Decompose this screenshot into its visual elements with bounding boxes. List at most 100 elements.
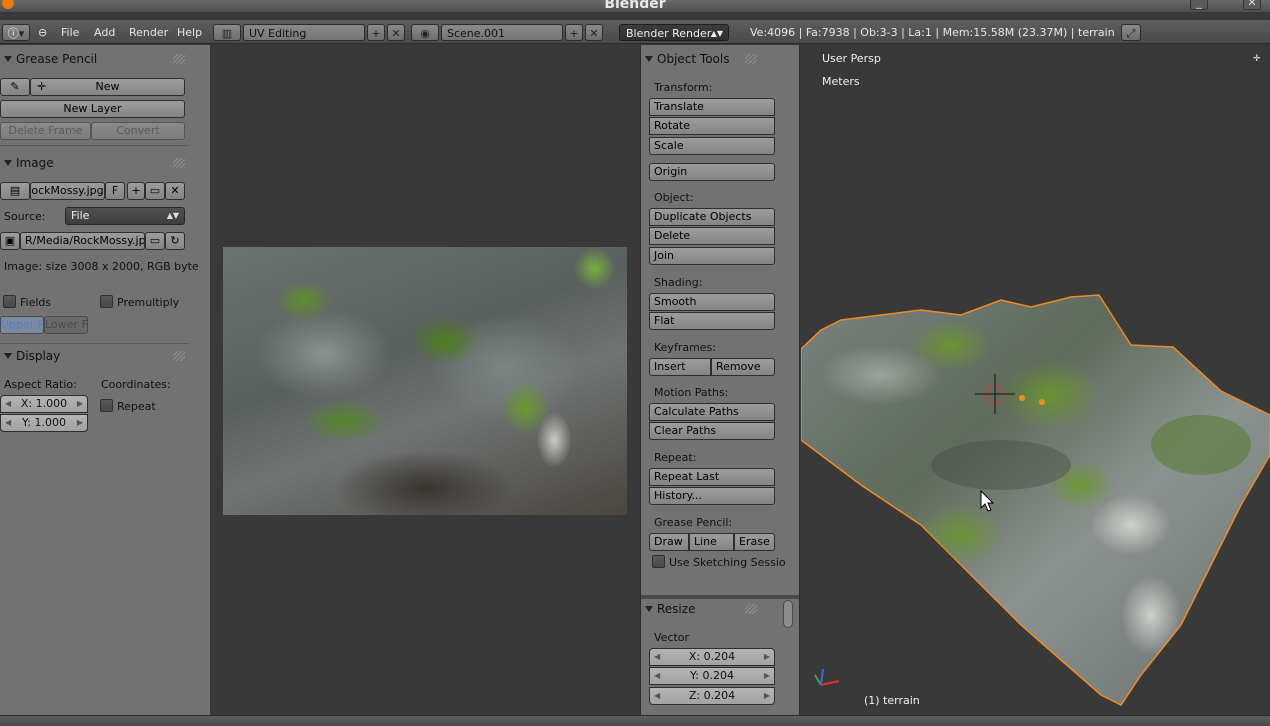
aspect-ratio-label: Aspect Ratio: (4, 378, 77, 391)
origin-button[interactable]: Origin (649, 163, 775, 181)
image-panel-header[interactable]: Image (0, 153, 189, 173)
panel-grip-icon[interactable] (745, 604, 757, 614)
decrement-arrow-icon: ◀ (5, 399, 12, 408)
divider (0, 145, 189, 146)
history-button[interactable]: History... (649, 487, 775, 505)
pencil-icon[interactable]: ✎ (0, 78, 30, 96)
calculate-paths-button[interactable]: Calculate Paths (649, 403, 775, 421)
resize-z-field[interactable]: ◀ Z: 0.204 ▶ (649, 687, 775, 705)
delete-button[interactable]: Delete (649, 227, 775, 245)
join-button[interactable]: Join (649, 247, 775, 265)
folder-icon[interactable]: ▭ (145, 232, 165, 250)
menu-help[interactable]: Help (177, 24, 202, 41)
fields-checkbox[interactable] (3, 295, 16, 308)
add-scene-button[interactable]: + (565, 24, 583, 41)
panel-grip-icon[interactable] (173, 351, 185, 361)
new-image-button[interactable]: + (127, 182, 145, 200)
terrain-mesh[interactable] (801, 45, 1270, 715)
increment-arrow-icon: ▶ (763, 671, 770, 680)
grease-pencil-panel-header[interactable]: Grease Pencil (0, 49, 189, 69)
delete-scene-button[interactable]: ✕ (585, 24, 603, 41)
flat-button[interactable]: Flat (649, 312, 775, 330)
decrement-arrow-icon: ◀ (5, 418, 12, 427)
fullscreen-icon[interactable]: ⤢ (1121, 24, 1141, 41)
fields-label: Fields (20, 296, 52, 309)
divider (0, 343, 189, 344)
scale-button[interactable]: Scale (649, 137, 775, 155)
scene-field[interactable]: Scene.001 (441, 24, 563, 41)
object-origin-icon[interactable] (1039, 399, 1045, 405)
source-label: Source: (4, 210, 46, 223)
line-button[interactable]: Line (689, 533, 734, 551)
minimize-window-button[interactable]: _ (1190, 0, 1208, 10)
image-pack-icon[interactable]: ▣ (0, 232, 20, 250)
clear-paths-button[interactable]: Clear Paths (649, 422, 775, 440)
refresh-icon[interactable]: ↻ (165, 232, 185, 250)
delete-layout-button[interactable]: ✕ (387, 24, 405, 41)
increment-arrow-icon: ▶ (76, 399, 83, 408)
duplicate-objects-button[interactable]: Duplicate Objects (649, 208, 775, 226)
repeat-last-button[interactable]: Repeat Last (649, 468, 775, 486)
collapse-menu-icon[interactable]: ⊖ (38, 24, 47, 41)
screen-layout-icon[interactable]: ▥ (213, 24, 241, 41)
fake-user-button[interactable]: F (105, 182, 125, 200)
menu-render[interactable]: Render (129, 24, 168, 41)
resize-y-field[interactable]: ◀ Y: 0.204 ▶ (649, 667, 775, 685)
sketching-session-checkbox[interactable] (652, 555, 665, 568)
panel-grip-icon[interactable] (173, 158, 185, 168)
new-grease-pencil-button[interactable]: ✛ New (30, 78, 185, 96)
editor-type-button[interactable]: ⓘ▾ (2, 24, 30, 41)
resize-title: Resize (657, 602, 696, 616)
add-layout-button[interactable]: + (367, 24, 385, 41)
active-object-label: (1) terrain (864, 694, 920, 707)
render-engine-dropdown[interactable]: Blender Render ▲▼ (619, 24, 729, 41)
resize-y-value: Y: 0.204 (690, 669, 734, 682)
chevron-updown-icon: ▲▼ (166, 211, 179, 220)
remove-keyframe-button[interactable]: Remove (711, 358, 775, 376)
folder-icon[interactable]: ▭ (145, 182, 165, 200)
convert-button[interactable]: Convert (91, 122, 185, 140)
lamp-origin-icon[interactable] (1019, 395, 1025, 401)
aspect-y-value: Y: 1.000 (22, 416, 66, 429)
source-dropdown[interactable]: File ▲▼ (65, 207, 185, 225)
upper-field-toggle[interactable]: Upper Fi (0, 316, 44, 334)
3d-viewport[interactable]: User Persp Meters ✛ (1) terrain (801, 45, 1270, 715)
image-icon[interactable]: ▤ (0, 182, 30, 200)
screen-layout-field[interactable]: UV Editing (243, 24, 365, 41)
rock-mossy-texture-image[interactable] (223, 247, 627, 515)
sketching-session-label: Use Sketching Sessio (669, 556, 786, 569)
resize-x-field[interactable]: ◀ X: 0.204 ▶ (649, 648, 775, 666)
scene-stats: Ve:4096 | Fa:7938 | Ob:3-3 | La:1 | Mem:… (750, 26, 1115, 39)
rotate-button[interactable]: Rotate (649, 117, 775, 135)
object-tools-panel-header[interactable]: Object Tools (641, 49, 781, 69)
smooth-button[interactable]: Smooth (649, 293, 775, 311)
menu-add[interactable]: Add (94, 24, 115, 41)
premultiply-checkbox[interactable] (100, 295, 113, 308)
panel-grip-icon[interactable] (173, 54, 185, 64)
display-panel-header[interactable]: Display (0, 346, 189, 366)
tools-scrollbar[interactable] (783, 600, 793, 628)
insert-keyframe-button[interactable]: Insert (649, 358, 711, 376)
delete-frame-button[interactable]: Delete Frame (0, 122, 91, 140)
unlink-image-button[interactable]: ✕ (165, 182, 185, 200)
bottom-editor-headers[interactable] (0, 715, 1270, 726)
translate-button[interactable]: Translate (649, 98, 775, 116)
repeat-checkbox[interactable] (100, 399, 113, 412)
image-editor-area[interactable] (212, 45, 639, 715)
draw-button[interactable]: Draw (649, 533, 689, 551)
erase-button[interactable]: Erase (734, 533, 775, 551)
menu-file[interactable]: File (61, 24, 79, 41)
resize-panel-header[interactable]: Resize (641, 599, 781, 619)
new-layer-button[interactable]: New Layer (0, 100, 185, 118)
lower-field-toggle[interactable]: Lower Fi (44, 316, 88, 334)
image-path-field[interactable]: R/Media/RockMossy.jpg (20, 232, 145, 250)
aspect-y-field[interactable]: ◀ Y: 1.000 ▶ (0, 414, 88, 432)
aspect-x-field[interactable]: ◀ X: 1.000 ▶ (0, 395, 88, 413)
close-window-button[interactable]: ✕ (1243, 0, 1261, 10)
image-properties-panel: Grease Pencil ✎ ✛ New New Layer Delete F… (0, 45, 211, 715)
scene-icon[interactable]: ◉ (411, 24, 439, 41)
resize-x-value: X: 0.204 (688, 650, 736, 663)
panel-grip-icon[interactable] (745, 54, 757, 64)
render-engine-value: Blender Render (626, 27, 712, 40)
image-name-field[interactable]: ockMossy.jpg (30, 182, 105, 200)
